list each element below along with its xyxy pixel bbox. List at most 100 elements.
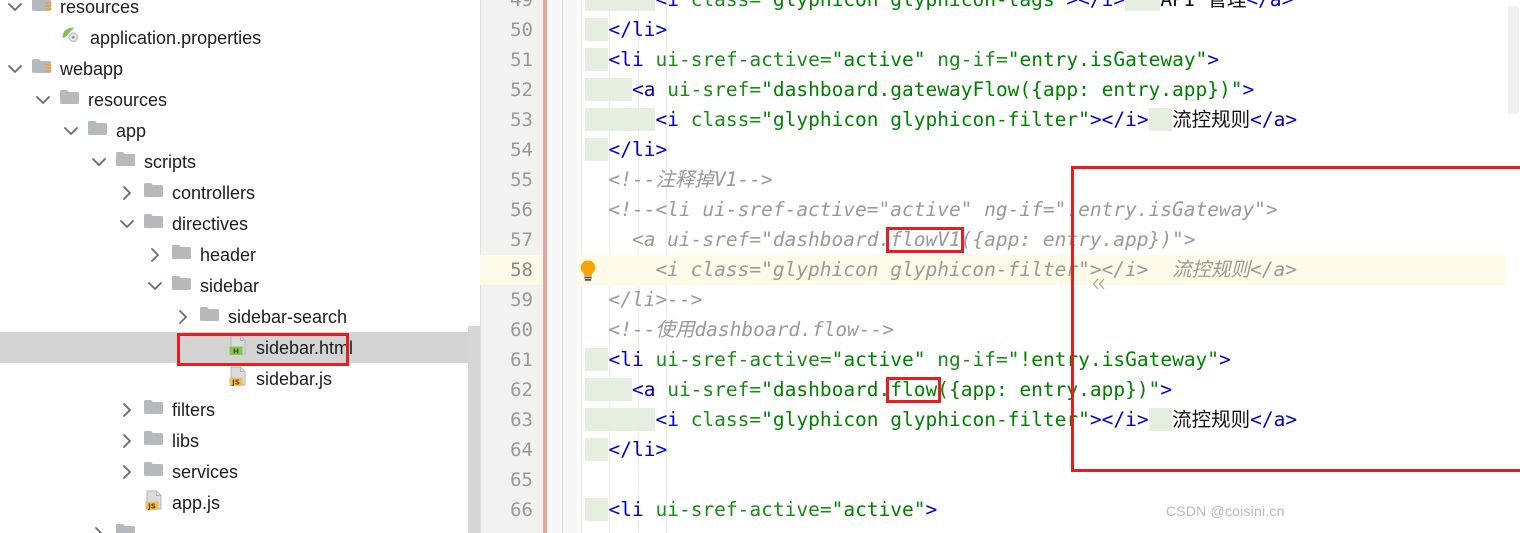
line-number[interactable]: 65 bbox=[480, 465, 533, 495]
chevron-right-icon[interactable] bbox=[88, 523, 110, 533]
tree-item-header[interactable]: header bbox=[0, 239, 480, 270]
tree-item-app[interactable]: app bbox=[0, 115, 480, 146]
line-number[interactable]: 66 bbox=[480, 495, 533, 525]
tree-item-sidebar-js[interactable]: JS sidebar.js bbox=[0, 363, 480, 394]
fold-collapse-arrow-icon[interactable] bbox=[1092, 277, 1106, 291]
code-line-59[interactable]: </li>--> bbox=[585, 285, 702, 315]
code-text-area[interactable]: <i class="glyphicon glyphicon-tags"></i>… bbox=[577, 0, 1520, 533]
code-line-63[interactable]: <i class="glyphicon glyphicon-filter"></… bbox=[585, 405, 1297, 435]
tree-scrollbar-thumb[interactable] bbox=[468, 326, 480, 533]
tree-item-app-js[interactable]: JS app.js bbox=[0, 487, 480, 518]
tree-scrollbar[interactable] bbox=[468, 0, 480, 533]
line-number[interactable]: 49 bbox=[480, 0, 533, 15]
chevron-right-icon[interactable] bbox=[116, 461, 138, 483]
line-number[interactable]: 60 bbox=[480, 315, 533, 345]
line-number[interactable]: 53 bbox=[480, 105, 533, 135]
js-file-icon: JS bbox=[227, 365, 249, 392]
line-number[interactable]: 56 bbox=[480, 195, 533, 225]
line-number[interactable]: 61 bbox=[480, 345, 533, 375]
code-line-58[interactable]: <i class="glyphicon glyphicon-filter"></… bbox=[585, 255, 1297, 285]
tree-item-sidebar-search[interactable]: sidebar-search bbox=[0, 301, 480, 332]
tree-item-resources[interactable]: resources bbox=[0, 0, 480, 22]
tree-item-resources[interactable]: resources bbox=[0, 84, 480, 115]
tree-item-label: resources bbox=[88, 89, 168, 110]
resources-folder-icon bbox=[31, 0, 53, 18]
tree-item-label: app.js bbox=[172, 492, 221, 513]
code-line-54[interactable]: </li> bbox=[585, 135, 667, 165]
line-number[interactable]: 62 bbox=[480, 375, 533, 405]
editor-gutter[interactable]: 49 50 51 52 53 54 55 56 57 58 59 60 61 62 63 64 65 66 bbox=[480, 0, 543, 533]
tree-item-scripts[interactable]: scripts bbox=[0, 146, 480, 177]
folder-icon bbox=[59, 88, 81, 111]
editor-scrollbar-thumb[interactable] bbox=[1508, 6, 1519, 114]
code-folding-column[interactable] bbox=[549, 0, 640, 533]
chevron-right-icon[interactable] bbox=[116, 430, 138, 452]
tree-item-label: app bbox=[116, 120, 147, 141]
project-file-tree[interactable]: resources application.properties webapp res… bbox=[0, 0, 480, 533]
code-line-57[interactable]: <a ui-sref="dashboard.flowV1({app: entry… bbox=[585, 225, 1196, 255]
chevron-down-icon[interactable] bbox=[144, 275, 166, 297]
code-line-62[interactable]: <a ui-sref="dashboard.flow({app: entry.a… bbox=[585, 375, 1172, 405]
tree-item-label: resources bbox=[60, 0, 140, 17]
tree-item-label: directives bbox=[172, 213, 249, 234]
code-line-55[interactable]: <!--注释掉V1--> bbox=[585, 165, 772, 195]
tree-item-libs[interactable]: libs bbox=[0, 425, 480, 456]
tree-item-webapp[interactable]: webapp bbox=[0, 53, 480, 84]
chevron-right-icon[interactable] bbox=[144, 244, 166, 266]
code-line-51[interactable]: <li ui-sref-active="active" ng-if="entry… bbox=[585, 45, 1219, 75]
code-line-56[interactable]: <!--<li ui-sref-active="active" ng-if="!… bbox=[585, 195, 1277, 225]
tree-item-label: scripts bbox=[144, 151, 197, 172]
line-number[interactable]: 55 bbox=[480, 165, 533, 195]
tree-item-filters[interactable]: filters bbox=[0, 394, 480, 425]
screenshot-root: resources application.properties webapp res… bbox=[0, 0, 1520, 533]
chevron-down-icon[interactable] bbox=[116, 213, 138, 235]
code-line-60[interactable]: <!--使用dashboard.flow--> bbox=[585, 315, 894, 345]
chevron-down-icon[interactable] bbox=[4, 58, 26, 80]
folder-icon bbox=[143, 398, 165, 421]
chevron-down-icon[interactable] bbox=[88, 151, 110, 173]
line-number[interactable]: 59 bbox=[480, 285, 533, 315]
intention-lightbulb-icon[interactable] bbox=[577, 259, 599, 283]
editor-right-stripe[interactable] bbox=[1506, 0, 1520, 533]
tree-item-controllers[interactable]: controllers bbox=[0, 177, 480, 208]
tree-item-directives[interactable]: directives bbox=[0, 208, 480, 239]
code-line-64[interactable]: </li> bbox=[585, 435, 667, 465]
tree-item-label: application.properties bbox=[90, 27, 262, 48]
chevron-right-icon[interactable] bbox=[116, 182, 138, 204]
folder-icon bbox=[143, 429, 165, 452]
tree-item[interactable] bbox=[0, 518, 480, 533]
tree-item-sidebar-html[interactable]: Hsidebar.html bbox=[0, 332, 480, 363]
tree-item-label: controllers bbox=[172, 182, 256, 203]
code-line-50[interactable]: </li> bbox=[585, 15, 667, 45]
tree-item-application-properties[interactable]: application.properties bbox=[0, 22, 480, 53]
line-number[interactable]: 52 bbox=[480, 75, 533, 105]
line-number[interactable]: 58 bbox=[480, 255, 533, 285]
svg-text:H: H bbox=[233, 346, 239, 355]
folder-icon bbox=[171, 243, 193, 266]
tree-item-sidebar[interactable]: sidebar bbox=[0, 270, 480, 301]
folder-icon bbox=[143, 212, 165, 235]
line-number[interactable]: 54 bbox=[480, 135, 533, 165]
code-line-66[interactable]: <li ui-sref-active="active"> bbox=[585, 495, 937, 525]
code-line-49[interactable]: <i class="glyphicon glyphicon-tags"></i>… bbox=[585, 0, 1293, 15]
chevron-down-icon[interactable] bbox=[32, 89, 54, 111]
line-number[interactable]: 63 bbox=[480, 405, 533, 435]
code-line-52[interactable]: <a ui-sref="dashboard.gatewayFlow({app: … bbox=[585, 75, 1254, 105]
code-editor[interactable]: 495051525354555657585960616263646566 <i … bbox=[480, 0, 1520, 533]
folder-icon bbox=[115, 150, 137, 173]
chevron-down-icon[interactable] bbox=[60, 120, 82, 142]
chevron-right-icon[interactable] bbox=[172, 306, 194, 328]
code-line-53[interactable]: <i class="glyphicon glyphicon-filter"></… bbox=[585, 105, 1297, 135]
chevron-down-icon[interactable] bbox=[4, 0, 26, 18]
folding-region-line bbox=[562, 0, 563, 533]
line-number[interactable]: 57 bbox=[480, 225, 533, 255]
line-number[interactable]: 50 bbox=[480, 15, 533, 45]
chevron-right-icon[interactable] bbox=[116, 399, 138, 421]
code-line-61[interactable]: <li ui-sref-active="active" ng-if="!entr… bbox=[585, 345, 1231, 375]
line-number[interactable]: 51 bbox=[480, 45, 533, 75]
tree-item-label: webapp bbox=[60, 58, 124, 79]
tree-item-services[interactable]: services bbox=[0, 456, 480, 487]
line-number[interactable]: 64 bbox=[480, 435, 533, 465]
